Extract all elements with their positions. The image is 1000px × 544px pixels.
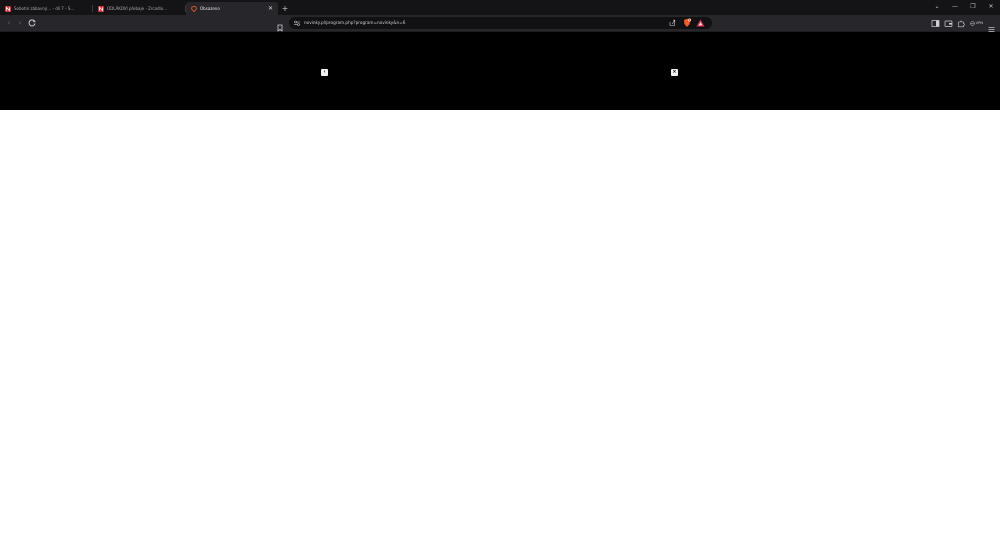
brave-lion-icon	[191, 5, 197, 12]
page-body	[0, 110, 1000, 544]
tab-1[interactable]: Sobotní zábavný… - díl 7 - S…	[0, 2, 93, 15]
restore-icon[interactable]: ❐	[968, 2, 978, 12]
previous-button[interactable]: ‹	[321, 69, 328, 76]
back-button[interactable]: ‹	[4, 18, 14, 28]
sidebar-icon[interactable]	[931, 19, 940, 28]
bookmark-button[interactable]	[275, 18, 285, 32]
tab-list-chevron-icon[interactable]: ⌄	[932, 2, 942, 12]
minimize-icon[interactable]: —	[950, 2, 960, 12]
site-settings-icon[interactable]	[293, 19, 301, 27]
close-viewer-button[interactable]: ×	[671, 69, 678, 76]
brave-rewards-icon[interactable]	[696, 19, 705, 27]
tab-3-title: Obsazeno	[200, 6, 220, 11]
address-bar[interactable]: novinky.pl/program.php?program=novinky&n…	[289, 17, 712, 29]
new-tab-button[interactable]: +	[278, 2, 292, 15]
vpn-label: VPN	[975, 21, 983, 25]
window-controls: ⌄ — ❐ ✕	[932, 1, 996, 13]
vpn-button[interactable]: VPN	[970, 19, 983, 28]
forward-arrow-icon: ›	[18, 19, 22, 27]
back-arrow-icon: ‹	[7, 19, 11, 27]
close-icon: ×	[672, 69, 677, 75]
vpn-globe-icon	[970, 20, 975, 26]
brave-shields-icon[interactable]	[682, 18, 692, 28]
close-window-icon[interactable]: ✕	[986, 2, 996, 12]
share-icon[interactable]	[668, 19, 676, 27]
toolbar-right-tools: VPN	[931, 18, 996, 32]
tab-3-active[interactable]: Obsazeno ✕	[186, 2, 278, 15]
tab-1-title: Sobotní zábavný… - díl 7 - S…	[14, 6, 75, 11]
close-tab-icon[interactable]: ✕	[267, 5, 274, 12]
tab-2[interactable]: ODLÁKOVI přebaje - Zrcadlo…	[93, 2, 186, 15]
media-viewer-overlay: ‹ ×	[0, 32, 1000, 110]
red-n-icon	[5, 5, 11, 12]
url-text: novinky.pl/program.php?program=novinky&n…	[304, 20, 406, 25]
reload-icon	[28, 19, 36, 27]
reload-button[interactable]	[27, 18, 37, 28]
tab-strip: Sobotní zábavný… - díl 7 - S… ODLÁKOVI p…	[0, 0, 1000, 15]
toolbar: ‹ › novinky.pl/program.php?program=novin…	[0, 15, 1000, 32]
extensions-puzzle-icon[interactable]	[957, 19, 966, 28]
chevron-left-icon: ‹	[323, 69, 326, 75]
tab-2-title: ODLÁKOVI přebaje - Zrcadlo…	[107, 6, 168, 11]
wallet-icon[interactable]	[944, 19, 953, 28]
forward-button[interactable]: ›	[15, 18, 25, 28]
red-n-icon	[98, 5, 104, 12]
main-menu-button[interactable]	[987, 19, 996, 32]
